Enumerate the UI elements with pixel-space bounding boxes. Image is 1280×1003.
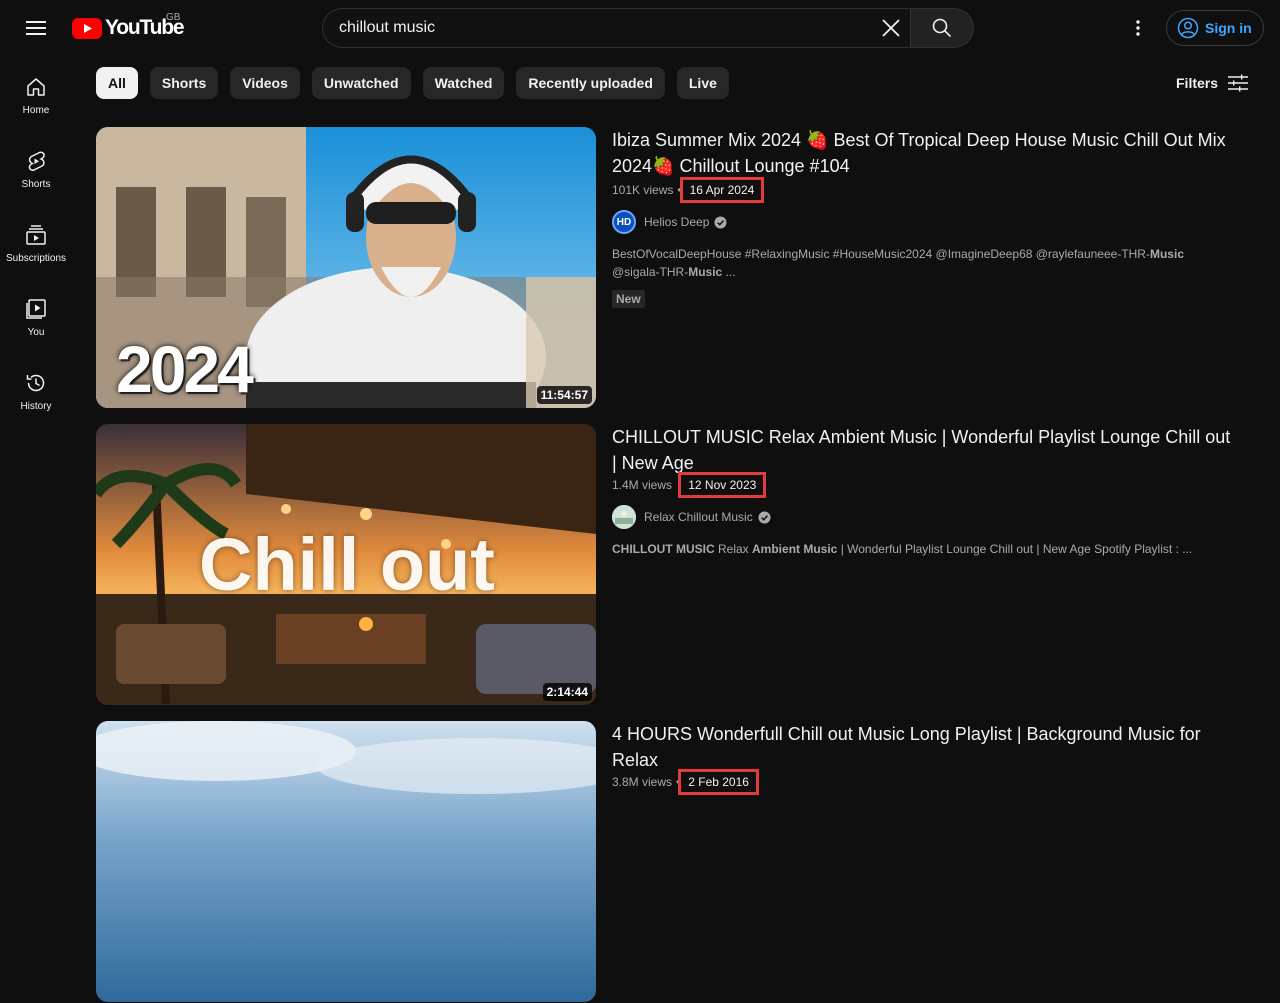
new-badge: New (612, 290, 645, 308)
video-duration: 11:54:57 (536, 386, 592, 404)
video-thumbnail[interactable] (96, 721, 596, 1002)
youtube-logo[interactable]: YouTube GB (72, 12, 185, 40)
chip-watched[interactable]: Watched (422, 67, 505, 99)
sidebar-item-you[interactable]: You (0, 278, 72, 352)
country-code: GB (166, 12, 181, 23)
video-meta: 101K views • 16 Apr 2024 (612, 177, 1232, 203)
account-icon (1177, 17, 1199, 39)
video-thumbnail[interactable]: 2024 11:54:57 (96, 127, 596, 408)
channel-link[interactable]: Relax Chillout Music (612, 505, 1232, 529)
youtube-play-icon (72, 17, 102, 39)
subscriptions-icon (26, 225, 46, 245)
thumbnail-image (96, 721, 596, 1002)
channel-name: Relax Chillout Music (644, 510, 753, 524)
video-info: CHILLOUT MUSIC Relax Ambient Music | Won… (612, 424, 1232, 558)
upload-date: 16 Apr 2024 (679, 177, 765, 203)
sign-in-button[interactable]: Sign in (1166, 10, 1264, 46)
video-title[interactable]: Ibiza Summer Mix 2024 🍓 Best Of Tropical… (612, 127, 1232, 179)
search-input[interactable] (339, 19, 871, 37)
video-result: 4 HOURS Wonderfull Chill out Music Long … (96, 721, 1236, 1003)
verified-icon (758, 510, 771, 524)
sidebar-item-home[interactable]: Home (0, 56, 72, 130)
video-title[interactable]: CHILLOUT MUSIC Relax Ambient Music | Won… (612, 424, 1232, 476)
chip-live[interactable]: Live (676, 67, 729, 99)
upload-date: 2 Feb 2016 (678, 769, 759, 795)
channel-name: Helios Deep (644, 215, 710, 229)
description-text: Relax (714, 542, 753, 556)
chip-videos[interactable]: Videos (230, 67, 300, 99)
history-icon (26, 374, 45, 392)
sign-in-label: Sign in (1205, 20, 1252, 36)
description-highlight: Music (1149, 247, 1184, 261)
chip-all[interactable]: All (96, 67, 138, 99)
filters-label: Filters (1176, 75, 1219, 91)
chip-unwatched[interactable]: Unwatched (311, 67, 411, 99)
search-box (322, 8, 911, 48)
search-button[interactable] (910, 8, 974, 48)
description-highlight: Ambient Music (752, 542, 838, 556)
video-result: Chill out 2:14:44 CHILLOUT MUSIC Relax A… (96, 424, 1236, 706)
video-info: 4 HOURS Wonderfull Chill out Music Long … (612, 721, 1232, 795)
view-count: 1.4M views (612, 478, 673, 492)
sidebar-item-subscriptions[interactable]: Subscriptions (0, 204, 72, 278)
channel-link[interactable]: HD Helios Deep (612, 210, 1232, 234)
chip-recently-uploaded[interactable]: Recently uploaded (516, 67, 665, 99)
channel-avatar-image (612, 505, 636, 529)
description-highlight: Music (688, 265, 723, 279)
video-description: BestOfVocalDeepHouse #RelaxingMusic #Hou… (612, 245, 1227, 281)
sidebar-item-label: Subscriptions (5, 253, 67, 264)
sidebar-item-shorts[interactable]: Shorts (0, 130, 72, 204)
thumbnail-overlay-text: Chill out (199, 523, 495, 606)
filters-button[interactable]: Filters (1168, 67, 1249, 99)
search-icon (932, 18, 952, 38)
view-count: 3.8M views (612, 775, 673, 789)
sidebar-item-label: Shorts (21, 179, 51, 190)
video-meta: 1.4M views • 12 Nov 2023 (612, 472, 1232, 498)
view-count: 101K views (612, 183, 674, 197)
sidebar-item-label: You (27, 327, 45, 338)
top-bar: YouTube GB Sign in (0, 0, 1280, 56)
verified-icon (714, 215, 727, 229)
filters-icon (1228, 74, 1249, 92)
channel-avatar: HD (612, 210, 636, 234)
description-text: @sigala-THR- (612, 265, 689, 279)
video-info: Ibiza Summer Mix 2024 🍓 Best Of Tropical… (612, 127, 1232, 308)
sidebar-item-label: Home (22, 105, 50, 116)
video-duration: 2:14:44 (542, 683, 592, 701)
sidebar-item-history[interactable]: History (0, 352, 72, 426)
upload-date: 12 Nov 2023 (678, 472, 767, 498)
description-text: | Wonderful Playlist Lounge Chill out | … (837, 542, 1193, 556)
description-highlight: CHILLOUT MUSIC (612, 542, 715, 556)
sidebar-item-label: History (20, 401, 52, 412)
clear-search-icon[interactable] (871, 9, 911, 47)
sidebar: Home Shorts Subscriptions You History (0, 56, 72, 800)
you-icon (26, 299, 46, 319)
video-meta: 3.8M views • 2 Feb 2016 (612, 769, 1232, 795)
video-title[interactable]: 4 HOURS Wonderfull Chill out Music Long … (612, 721, 1232, 773)
video-description: CHILLOUT MUSIC Relax Ambient Music | Won… (612, 540, 1227, 558)
video-thumbnail[interactable]: Chill out 2:14:44 (96, 424, 596, 705)
thumbnail-overlay-text: 2024 (116, 332, 254, 406)
description-text: ... (722, 265, 736, 279)
channel-avatar (612, 505, 636, 529)
filter-chips: All Shorts Videos Unwatched Watched Rece… (96, 67, 729, 99)
home-icon (27, 78, 45, 96)
more-options-icon[interactable] (1122, 12, 1154, 44)
chip-shorts[interactable]: Shorts (149, 67, 219, 99)
video-result: 2024 11:54:57 Ibiza Summer Mix 2024 🍓 Be… (96, 127, 1236, 409)
shorts-icon (28, 151, 45, 171)
menu-icon[interactable] (20, 12, 52, 44)
description-text: BestOfVocalDeepHouse #RelaxingMusic #Hou… (612, 247, 1150, 261)
